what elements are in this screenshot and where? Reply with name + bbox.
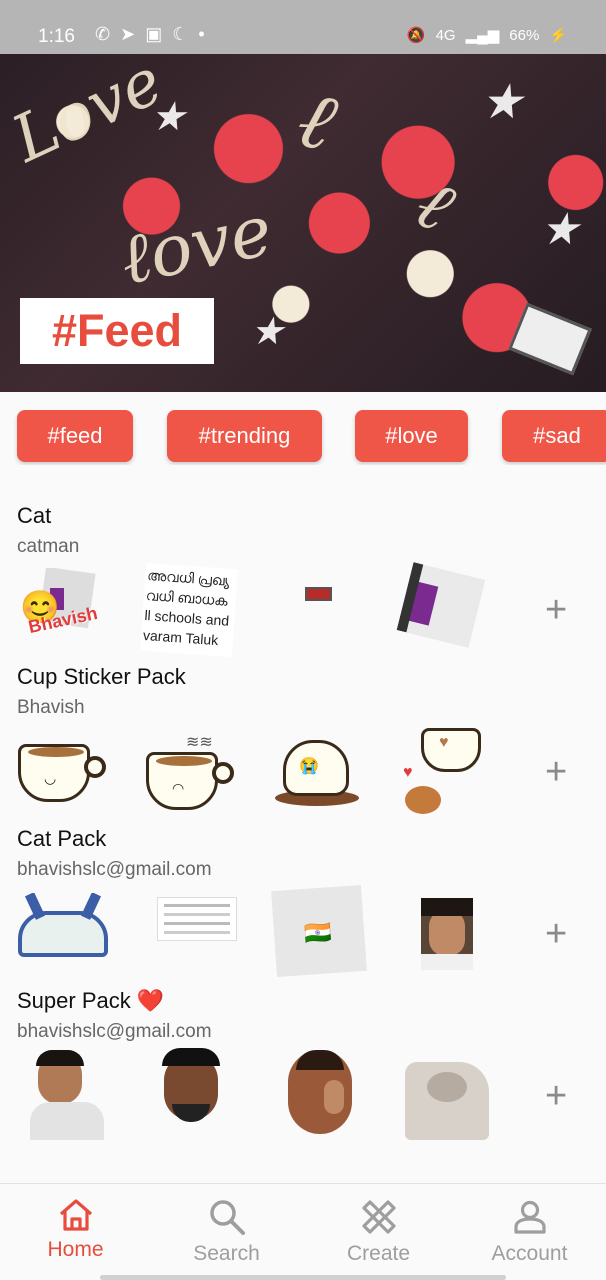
sticker[interactable] [18, 893, 108, 959]
search-icon [209, 1200, 245, 1235]
telegram-icon: ➤ [120, 24, 136, 44]
chip-love[interactable]: #love [355, 410, 468, 462]
add-pack-button[interactable]: + [545, 753, 567, 791]
star-decoration: ★ [480, 74, 524, 130]
add-pack-button[interactable]: + [545, 591, 567, 629]
battery-text: 66% [509, 26, 540, 44]
signal-label: 4G [435, 26, 456, 44]
sticker[interactable]: അവധി പ്രഖ്യ വധി ബാധക ll schools and vara… [140, 562, 238, 658]
hero-banner[interactable]: Love ℓove ℓ ℓ ★ ★ ★ ★ #Feed [0, 54, 606, 392]
chip-trending[interactable]: #trending [167, 410, 322, 462]
sticker[interactable] [421, 898, 473, 970]
status-time: 1:16 [38, 26, 75, 47]
pack-title: Cup Sticker Pack [17, 664, 186, 689]
india-flag-icon: 🇮🇳 [303, 919, 333, 947]
pack-author: catman [17, 536, 80, 557]
pack-author: Bhavish [17, 697, 85, 718]
love-script-decoration: ℓ [286, 71, 348, 170]
bottom-navigation: Home Search Create Account [0, 1183, 606, 1280]
notification-icons: ✆ ➤ ▣ ☾ • [95, 24, 205, 45]
pack-title: Super Pack ❤️ [17, 988, 165, 1013]
create-icon [361, 1200, 396, 1234]
add-pack-button[interactable]: + [545, 915, 567, 953]
sticker[interactable] [157, 897, 237, 941]
cup-sticker[interactable]: ◡ [18, 740, 108, 804]
nav-create-label: Create [346, 1242, 411, 1265]
sticker[interactable] [30, 1050, 104, 1140]
nav-search[interactable]: Search [151, 1198, 302, 1266]
hero-tag-card: #Feed [20, 298, 214, 364]
moon-icon: ☾ [172, 24, 189, 44]
pack-title: Cat Pack [17, 826, 107, 851]
star-decoration: ★ [150, 94, 186, 140]
sticker[interactable] [158, 1048, 224, 1134]
status-right: 🔕 4G ▂▄▆ 66% ⚡ [406, 26, 568, 45]
pack-author: bhavishslc@gmail.com [17, 859, 212, 880]
charging-icon: ⚡ [549, 27, 568, 44]
sticker[interactable] [305, 587, 332, 601]
sticker[interactable]: 😊 Bhavish [20, 568, 100, 643]
cup-sticker[interactable]: ≋≋ ◠ [146, 732, 236, 812]
app-icon: ▣ [145, 24, 163, 44]
dot-icon: • [198, 24, 205, 44]
star-decoration: ★ [250, 309, 285, 353]
gesture-bar [100, 1275, 506, 1280]
chip-feed[interactable]: #feed [17, 410, 133, 462]
nav-home[interactable]: Home [0, 1198, 151, 1262]
ferrari-phone-decoration [508, 302, 592, 376]
love-script-decoration: ℓ [401, 162, 468, 248]
home-icon [59, 1199, 92, 1231]
nav-search-label: Search [193, 1242, 260, 1265]
chip-sad[interactable]: #sad [502, 410, 606, 462]
mute-icon: 🔕 [406, 27, 426, 44]
nav-account-label: Account [491, 1242, 568, 1265]
whatsapp-icon: ✆ [95, 24, 111, 44]
sticker[interactable] [396, 562, 486, 648]
pack-author: bhavishslc@gmail.com [17, 1021, 212, 1042]
add-pack-button[interactable]: + [545, 1077, 567, 1115]
nav-account[interactable]: Account [454, 1198, 605, 1266]
nav-create[interactable]: Create [303, 1198, 454, 1266]
sticker[interactable]: 🇮🇳 [271, 884, 367, 978]
love-script-decoration: ℓove [113, 189, 280, 301]
signal-icon: ▂▄▆ [465, 27, 500, 44]
cup-sticker[interactable]: 😭 [275, 740, 365, 808]
status-bar: 1:16 ✆ ➤ ▣ ☾ • 🔕 4G ▂▄▆ 66% ⚡ [0, 0, 606, 54]
account-icon [513, 1200, 546, 1234]
sticker[interactable] [288, 1050, 352, 1134]
pack-title: Cat [17, 503, 52, 528]
nav-home-label: Home [47, 1238, 104, 1261]
star-decoration: ★ [540, 204, 580, 255]
sticker[interactable] [405, 1052, 489, 1140]
cup-sticker[interactable]: ♥ ♥ [403, 728, 493, 816]
hashtag-chip-row: #feed #trending #love #sad [0, 410, 606, 465]
love-script-decoration: Love [1, 54, 174, 178]
